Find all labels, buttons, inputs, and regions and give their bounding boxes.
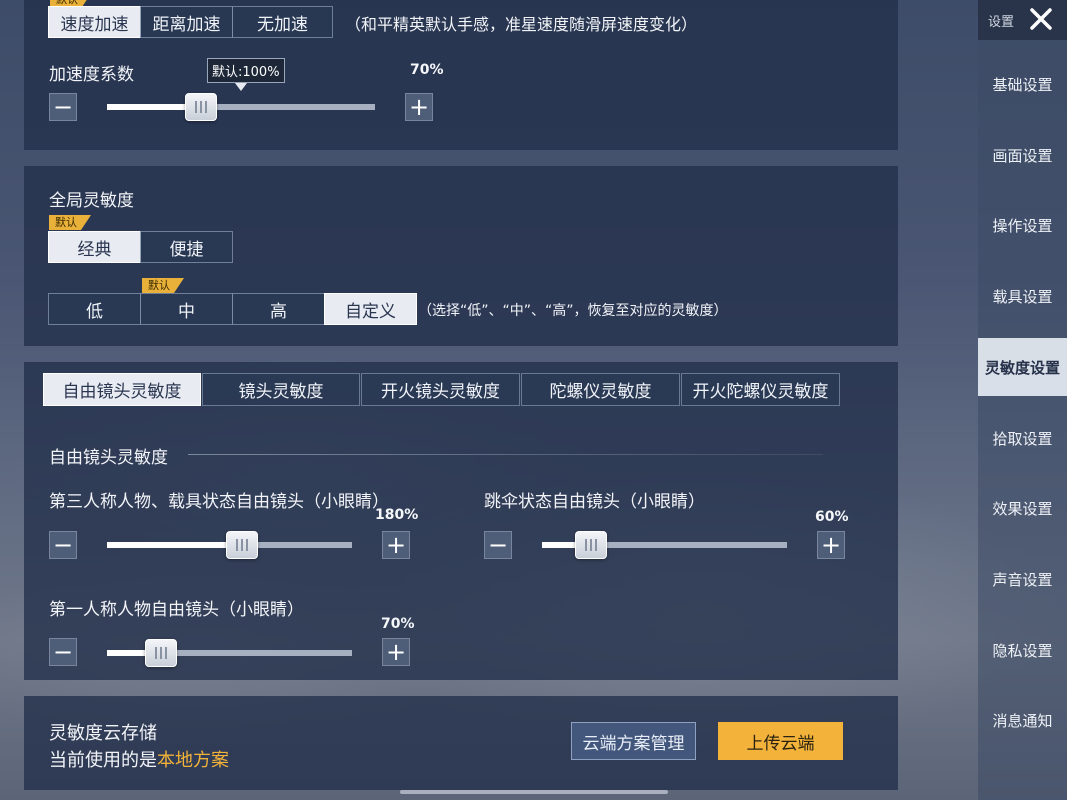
accel-value: 70% (410, 62, 444, 78)
third-person-slider-fill (107, 542, 242, 548)
default-tooltip: 默认:100% (207, 58, 285, 83)
first-person-plus-button[interactable]: + (382, 638, 410, 666)
camera-sensitivity-panel (24, 362, 898, 680)
sidebar-item-basic[interactable]: 基础设置 (978, 55, 1067, 113)
cloud-manage-button[interactable]: 云端方案管理 (571, 722, 696, 760)
sidebar-header-title: 设置 (988, 15, 1015, 30)
tooltip-pointer-icon (235, 83, 247, 91)
sidebar-item-notifications[interactable]: 消息通知 (978, 691, 1067, 749)
parachute-value: 60% (815, 509, 849, 525)
current-scheme-text: 当前使用的是本地方案 (49, 746, 229, 772)
accel-option-speed[interactable]: 速度加速 (48, 6, 141, 38)
sidebar-item-controls[interactable]: 操作设置 (978, 196, 1067, 254)
current-scheme-value: 本地方案 (157, 750, 229, 771)
settings-sidebar: 设置 基础设置 画面设置 操作设置 载具设置 灵敏度设置 拾取设置 效果设置 声… (978, 0, 1067, 800)
sidebar-item-sound[interactable]: 声音设置 (978, 550, 1067, 608)
acceleration-mode-group: 速度加速 距离加速 无加速 (48, 6, 333, 38)
global-sensitivity-title: 全局灵敏度 (49, 191, 134, 211)
parachute-minus-button[interactable]: − (484, 531, 512, 559)
section-divider (188, 454, 823, 455)
sidebar-item-pickup[interactable]: 拾取设置 (978, 409, 1067, 467)
third-person-slider-thumb[interactable] (225, 531, 258, 559)
sidebar-item-privacy[interactable]: 隐私设置 (978, 621, 1067, 679)
first-person-slider-thumb[interactable] (144, 639, 177, 667)
tab-free-camera[interactable]: 自由镜头灵敏度 (43, 373, 201, 406)
level-medium[interactable]: 中 (140, 293, 233, 325)
first-person-label: 第一人称人物自由镜头（小眼睛） (49, 600, 304, 620)
third-person-label: 第三人称人物、载具状态自由镜头（小眼睛） (49, 492, 389, 512)
parachute-label: 跳伞状态自由镜头（小眼睛） (484, 492, 705, 512)
scroll-indicator (400, 790, 668, 794)
level-custom[interactable]: 自定义 (324, 293, 417, 325)
upload-cloud-button[interactable]: 上传云端 (718, 722, 843, 760)
sidebar-header: 设置 (978, 0, 1067, 40)
level-high[interactable]: 高 (232, 293, 325, 325)
accel-note: （和平精英默认手感，准星速度随滑屏速度变化） (345, 15, 698, 34)
first-person-value: 70% (381, 616, 415, 632)
parachute-slider[interactable] (542, 531, 787, 559)
first-person-minus-button[interactable]: − (49, 638, 77, 666)
tab-fire-camera[interactable]: 开火镜头灵敏度 (361, 373, 520, 406)
accel-option-none[interactable]: 无加速 (232, 6, 333, 38)
sidebar-item-graphics[interactable]: 画面设置 (978, 126, 1067, 184)
sidebar-item-sensitivity[interactable]: 灵敏度设置 (978, 338, 1067, 396)
mode-easy[interactable]: 便捷 (140, 231, 233, 263)
accel-plus-button[interactable]: + (405, 93, 433, 121)
tab-fire-gyro[interactable]: 开火陀螺仪灵敏度 (681, 373, 840, 406)
accel-slider-thumb[interactable] (184, 93, 217, 121)
third-person-minus-button[interactable]: − (49, 531, 77, 559)
accel-slider[interactable] (107, 93, 375, 121)
parachute-slider-thumb[interactable] (575, 531, 607, 559)
accel-option-distance[interactable]: 距离加速 (140, 6, 233, 38)
levels-note: （选择“低”、“中”、“高”，恢复至对应的灵敏度） (418, 303, 728, 319)
level-low[interactable]: 低 (48, 293, 141, 325)
third-person-value: 180% (375, 507, 419, 523)
first-person-slider[interactable] (107, 639, 352, 667)
tab-camera[interactable]: 镜头灵敏度 (202, 373, 360, 406)
sidebar-item-vehicle[interactable]: 载具设置 (978, 267, 1067, 325)
close-icon[interactable] (1025, 3, 1057, 35)
sidebar-item-effects[interactable]: 效果设置 (978, 479, 1067, 537)
sensitivity-level-group: 低 中 高 自定义 (48, 293, 417, 325)
mode-classic[interactable]: 经典 (48, 231, 141, 263)
third-person-plus-button[interactable]: + (382, 531, 410, 559)
sensitivity-mode-group: 经典 便捷 (48, 231, 233, 263)
free-camera-section-title: 自由镜头灵敏度 (49, 448, 168, 468)
cloud-storage-title: 灵敏度云存储 (49, 723, 157, 744)
accel-coef-label: 加速度系数 (49, 65, 134, 85)
parachute-plus-button[interactable]: + (817, 531, 845, 559)
third-person-slider[interactable] (107, 531, 352, 559)
accel-minus-button[interactable]: − (49, 93, 77, 121)
current-scheme-prefix: 当前使用的是 (49, 750, 157, 771)
tab-gyro[interactable]: 陀螺仪灵敏度 (521, 373, 680, 406)
